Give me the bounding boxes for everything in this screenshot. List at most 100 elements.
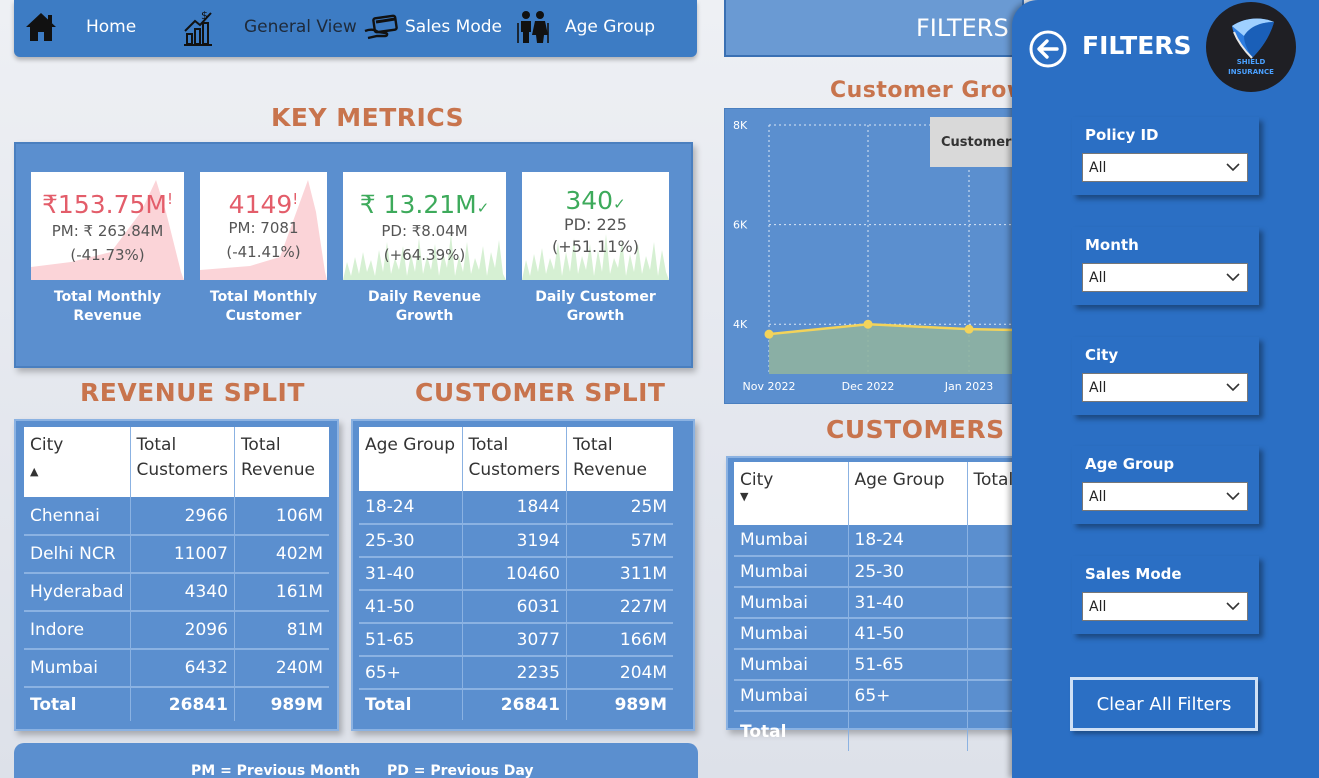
column-header-total-revenue[interactable]: Total Revenue	[234, 427, 329, 497]
nav-age-group[interactable]: Age Group	[516, 0, 655, 54]
kpi-value: 4149	[228, 190, 293, 219]
kpi-previous: PM: 7081	[228, 219, 299, 237]
kpi-value: 340	[565, 186, 614, 215]
data-point[interactable]	[863, 319, 873, 329]
table-row[interactable]: 31-40 10460 311M	[359, 557, 673, 591]
city-dropdown[interactable]: All	[1082, 373, 1248, 402]
customer-split-title: CUSTOMER SPLIT	[415, 378, 666, 407]
alert-icon: !	[292, 190, 299, 208]
sales-mode-dropdown[interactable]: All	[1082, 592, 1248, 621]
table-row[interactable]: Delhi NCR 11007 402M	[24, 535, 329, 574]
sort-ascending-icon[interactable]: ▲	[30, 465, 38, 478]
key-metrics-title: KEY METRICS	[271, 103, 465, 132]
column-header-city[interactable]: City ▲	[24, 427, 131, 497]
policy-id-dropdown[interactable]: All	[1082, 153, 1248, 182]
kpi-change: (+64.39%)	[383, 246, 466, 264]
slicer-age-group: Age Group All	[1072, 446, 1259, 524]
column-header-age-group[interactable]: Age Group	[848, 462, 968, 525]
y-tick-label: 4K	[733, 318, 748, 331]
data-point[interactable]	[964, 324, 974, 334]
column-header-city[interactable]: City ▼	[734, 462, 849, 525]
table-row[interactable]: Chennai 2966 106M	[24, 497, 329, 536]
kpi-caption: Daily Customer Growth	[535, 289, 656, 324]
top-navigation-bar: Home $ General View Sales Mode Age Group	[14, 0, 697, 57]
column-header-total-customers[interactable]: Total Customers	[462, 427, 567, 491]
table-row[interactable]: Indore 2096 81M	[24, 611, 329, 650]
table-row[interactable]: Mumbai 25-30	[734, 556, 1030, 588]
kpi-change: (-41.41%)	[226, 243, 301, 261]
table-total-row: Total	[734, 711, 1030, 751]
slicer-label: Sales Mode	[1085, 565, 1182, 583]
table-total-row: Total 26841 989M	[359, 689, 673, 720]
slicer-city: City All	[1072, 337, 1259, 415]
nav-sales-mode[interactable]: Sales Mode	[364, 0, 502, 54]
chevron-down-icon	[1226, 383, 1240, 392]
table-row[interactable]: Mumbai 41-50	[734, 618, 1030, 650]
kpi-card-monthly-customer[interactable]: 4149! PM: 7081 (-41.41%)	[200, 172, 327, 280]
nav-general-view-label: General View	[244, 17, 357, 37]
table-row[interactable]: Mumbai 51-65	[734, 649, 1030, 681]
table-row[interactable]: 25-30 3194 57M	[359, 524, 673, 558]
customers-split-table-panel: City ▼ Age Group Total Mumbai 18-24 Mumbai…	[726, 456, 1030, 751]
revenue-split-table-panel: City ▲ Total Customers Total Revenue Che…	[14, 419, 339, 731]
slicer-label: Age Group	[1085, 455, 1175, 473]
revenue-chart-icon: $	[184, 9, 212, 46]
chart-tooltip: Customer	[930, 117, 1020, 167]
chevron-down-icon	[1226, 163, 1240, 172]
key-metrics-panel: ₹153.75M! PM: ₹ 263.84M (-41.73%) Total …	[14, 142, 693, 368]
customer-growth-chart[interactable]: 8K 6K 4K Nov 2022 Dec 2022 Jan 2023 Customer	[724, 108, 1026, 404]
filters-tab-label: FILTERS	[916, 13, 1009, 42]
revenue-split-title: REVENUE SPLIT	[80, 378, 305, 407]
kpi-change: (-41.73%)	[70, 246, 145, 264]
kpi-card-daily-revenue[interactable]: ₹ 13.21M✓ PD: ₹8.04M (+64.39%)	[343, 172, 506, 280]
table-row[interactable]: 65+ 2235 204M	[359, 656, 673, 690]
table-row[interactable]: Mumbai 6432 240M	[24, 649, 329, 688]
table-row[interactable]: Mumbai 18-24	[734, 525, 1030, 557]
kpi-previous: PM: ₹ 263.84M	[51, 222, 164, 240]
table-row[interactable]: 41-50 6031 227M	[359, 590, 673, 624]
clear-all-filters-button[interactable]: Clear All Filters	[1070, 677, 1258, 731]
data-point[interactable]	[764, 329, 774, 339]
kpi-change: (+51.11%)	[552, 237, 639, 256]
filters-tab-button[interactable]: FILTERS	[724, 0, 1024, 57]
legend-pm: PM = Previous Month	[191, 763, 361, 778]
slicer-label: Month	[1085, 236, 1139, 254]
column-header-total-customers[interactable]: Total Customers	[130, 427, 235, 497]
people-age-icon	[517, 11, 549, 43]
y-tick-label: 8K	[733, 119, 748, 132]
slicer-month: Month All	[1072, 227, 1259, 305]
chevron-down-icon	[1226, 273, 1240, 282]
month-dropdown[interactable]: All	[1082, 263, 1248, 292]
shield-logo-icon	[1232, 18, 1274, 59]
back-arrow-icon[interactable]	[1028, 29, 1068, 73]
svg-text:$: $	[201, 9, 208, 22]
table-row[interactable]: Hyderabad 4340 161M	[24, 573, 329, 612]
nav-sales-mode-label: Sales Mode	[405, 17, 502, 37]
slicer-label: City	[1085, 346, 1119, 364]
kpi-previous: PD: 225	[564, 215, 627, 234]
column-header-age-group[interactable]: Age Group	[359, 427, 463, 491]
nav-age-group-label: Age Group	[565, 17, 656, 37]
nav-home-label: Home	[86, 17, 137, 37]
kpi-value: ₹ 13.21M	[359, 190, 477, 219]
kpi-card-daily-customer[interactable]: 340✓ PD: 225 (+51.11%)	[522, 172, 669, 280]
kpi-card-monthly-revenue[interactable]: ₹153.75M! PM: ₹ 263.84M (-41.73%)	[31, 172, 184, 280]
table-row[interactable]: Mumbai 65+	[734, 680, 1030, 712]
revenue-split-table: City ▲ Total Customers Total Revenue Che…	[24, 427, 329, 721]
age-group-dropdown[interactable]: All	[1082, 482, 1248, 511]
kpi-caption: Daily Revenue Growth	[368, 289, 481, 324]
slicer-sales-mode: Sales Mode All	[1072, 556, 1259, 634]
sort-descending-icon[interactable]: ▼	[740, 490, 748, 503]
table-row[interactable]: Mumbai 31-40	[734, 587, 1030, 619]
column-header-total-revenue[interactable]: Total Revenue	[566, 427, 673, 491]
slicer-policy-id: Policy ID All	[1072, 117, 1259, 195]
nav-home[interactable]: Home	[24, 0, 136, 54]
y-tick-label: 6K	[733, 219, 748, 232]
x-tick-label: Nov 2022	[743, 380, 796, 393]
kpi-value: ₹153.75M	[42, 190, 167, 219]
customers-split-table: City ▼ Age Group Total Mumbai 18-24 Mumbai…	[734, 462, 1030, 751]
series-area	[769, 324, 1025, 374]
table-row[interactable]: 18-24 1844 25M	[359, 491, 673, 525]
table-row[interactable]: 51-65 3077 166M	[359, 623, 673, 657]
nav-general-view[interactable]: $ General View	[181, 0, 357, 54]
